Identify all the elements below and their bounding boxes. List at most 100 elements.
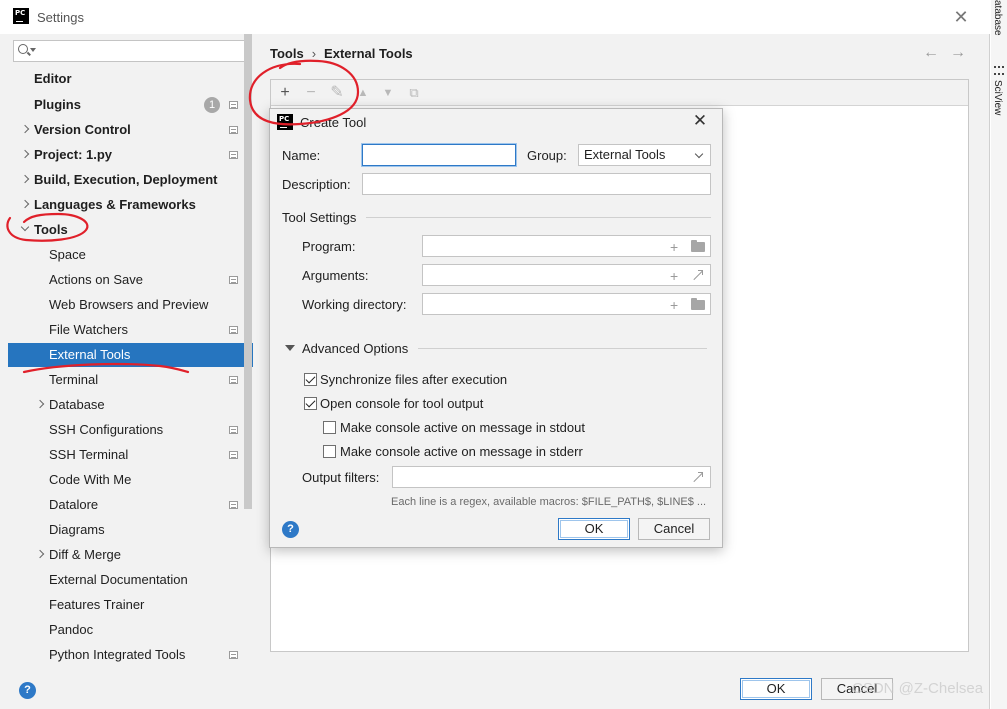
tree-item-features-trainer[interactable]: Features Trainer bbox=[8, 593, 253, 617]
working-directory-label: Working directory: bbox=[302, 297, 407, 312]
sciview-tool-tab[interactable]: SciView bbox=[992, 80, 1003, 115]
tree-item-ssh-configurations[interactable]: SSH Configurations bbox=[8, 418, 253, 442]
expand-arrow-icon[interactable] bbox=[35, 549, 45, 559]
breadcrumb-separator: › bbox=[311, 46, 317, 61]
dialog-help-icon[interactable]: ? bbox=[282, 521, 299, 538]
browse-folder-icon[interactable] bbox=[691, 298, 705, 310]
tree-item-label: Build, Execution, Deployment bbox=[34, 172, 218, 187]
tree-item-editor[interactable]: Editor bbox=[8, 67, 253, 91]
tree-item-external-tools[interactable]: External Tools bbox=[8, 343, 253, 367]
tree-item-ssh-terminal[interactable]: SSH Terminal bbox=[8, 443, 253, 467]
tree-item-database[interactable]: Database bbox=[8, 393, 253, 417]
tree-item-project[interactable]: Project: 1.py bbox=[8, 143, 253, 167]
tree-item-label: Database bbox=[49, 397, 105, 412]
insert-macro-icon[interactable]: + bbox=[670, 240, 678, 254]
sidebar-scrollbar[interactable] bbox=[244, 34, 252, 509]
expand-arrow-icon[interactable] bbox=[20, 174, 30, 184]
program-input[interactable] bbox=[423, 236, 663, 256]
breadcrumb-tools[interactable]: Tools bbox=[270, 46, 304, 61]
dialog-ok-button[interactable]: OK bbox=[558, 518, 630, 540]
name-field[interactable] bbox=[362, 144, 516, 166]
expand-arrow-icon[interactable] bbox=[35, 399, 45, 409]
tree-item-build[interactable]: Build, Execution, Deployment bbox=[8, 168, 253, 192]
sync-files-label[interactable]: Synchronize files after execution bbox=[320, 372, 507, 387]
edit-tool-button[interactable]: ✎ bbox=[327, 83, 347, 103]
tree-item-web-browsers[interactable]: Web Browsers and Preview bbox=[8, 293, 253, 317]
tree-item-actions-on-save[interactable]: Actions on Save bbox=[8, 268, 253, 292]
settings-search[interactable] bbox=[13, 40, 247, 62]
forward-arrow-icon[interactable]: → bbox=[950, 44, 966, 62]
tree-item-space[interactable]: Space bbox=[8, 243, 253, 267]
arguments-field[interactable]: + bbox=[422, 264, 711, 286]
dialog-cancel-button[interactable]: Cancel bbox=[638, 518, 710, 540]
name-input[interactable] bbox=[363, 145, 515, 165]
stderr-active-checkbox[interactable] bbox=[323, 445, 336, 458]
settings-ok-button[interactable]: OK bbox=[740, 678, 812, 700]
expand-field-icon[interactable] bbox=[692, 270, 703, 281]
expand-field-icon[interactable] bbox=[692, 472, 703, 483]
stdout-active-checkbox[interactable] bbox=[323, 421, 336, 434]
sync-files-checkbox[interactable] bbox=[304, 373, 317, 386]
tree-item-label: Tools bbox=[34, 222, 68, 237]
move-down-button[interactable]: ▼ bbox=[378, 83, 398, 103]
insert-macro-icon[interactable]: + bbox=[670, 298, 678, 312]
tree-item-external-documentation[interactable]: External Documentation bbox=[8, 568, 253, 592]
browse-folder-icon[interactable] bbox=[691, 240, 705, 252]
back-arrow-icon[interactable]: ← bbox=[923, 44, 939, 62]
project-level-icon bbox=[229, 126, 238, 134]
expand-arrow-icon[interactable] bbox=[20, 124, 30, 134]
tree-item-plugins[interactable]: Plugins 1 bbox=[8, 93, 253, 117]
open-console-label[interactable]: Open console for tool output bbox=[320, 396, 483, 411]
collapse-arrow-icon[interactable] bbox=[20, 222, 30, 232]
description-input[interactable] bbox=[363, 174, 710, 194]
copy-tool-button[interactable]: ⧉ bbox=[404, 83, 424, 103]
dialog-close-button[interactable]: ✕ bbox=[690, 111, 710, 131]
tree-item-label: Diagrams bbox=[49, 522, 105, 537]
working-directory-field[interactable]: + bbox=[422, 293, 711, 315]
search-options-caret-icon[interactable] bbox=[30, 48, 36, 52]
tree-item-label: Web Browsers and Preview bbox=[49, 297, 209, 312]
database-tool-tab[interactable]: atabase bbox=[992, 0, 1003, 36]
advanced-options-heading[interactable]: Advanced Options bbox=[302, 341, 408, 356]
tree-item-label: Diff & Merge bbox=[49, 547, 122, 562]
tree-item-label: Code With Me bbox=[49, 472, 132, 487]
insert-macro-icon[interactable]: + bbox=[670, 269, 678, 283]
program-label: Program: bbox=[302, 239, 356, 254]
tree-item-file-watchers[interactable]: File Watchers bbox=[8, 318, 253, 342]
output-filters-field[interactable] bbox=[392, 466, 711, 488]
stdout-active-label[interactable]: Make console active on message in stdout bbox=[340, 420, 585, 435]
tools-toolbar: + − ✎ ▲ ▼ ⧉ bbox=[271, 80, 968, 106]
advanced-collapse-arrow-icon[interactable] bbox=[285, 345, 295, 351]
search-input[interactable] bbox=[38, 43, 243, 59]
arguments-input[interactable] bbox=[423, 265, 663, 285]
tree-item-label: External Tools bbox=[49, 347, 131, 362]
tree-item-version-control[interactable]: Version Control bbox=[8, 118, 253, 142]
tree-item-code-with-me[interactable]: Code With Me bbox=[8, 468, 253, 492]
expand-arrow-icon[interactable] bbox=[20, 149, 30, 159]
tree-item-label: Project: 1.py bbox=[34, 147, 113, 162]
program-field[interactable]: + bbox=[422, 235, 711, 257]
move-up-button[interactable]: ▲ bbox=[353, 83, 373, 103]
tree-item-terminal[interactable]: Terminal bbox=[8, 368, 253, 392]
tree-item-datalore[interactable]: Datalore bbox=[8, 493, 253, 517]
search-icon bbox=[18, 44, 28, 54]
tree-item-tools[interactable]: Tools bbox=[8, 218, 253, 242]
description-label: Description: bbox=[282, 177, 351, 192]
expand-arrow-icon[interactable] bbox=[20, 199, 30, 209]
close-window-button[interactable]: ✕ bbox=[950, 6, 972, 28]
open-console-checkbox[interactable] bbox=[304, 397, 317, 410]
group-select[interactable]: External Tools bbox=[578, 144, 711, 166]
working-directory-input[interactable] bbox=[423, 294, 663, 314]
help-icon[interactable]: ? bbox=[19, 682, 36, 699]
window-title: Settings bbox=[37, 10, 84, 25]
description-field[interactable] bbox=[362, 173, 711, 195]
tree-item-python-integrated-tools[interactable]: Python Integrated Tools bbox=[8, 643, 253, 667]
add-tool-button[interactable]: + bbox=[275, 83, 295, 103]
output-filters-input[interactable] bbox=[393, 467, 683, 487]
stderr-active-label[interactable]: Make console active on message in stderr bbox=[340, 444, 583, 459]
tree-item-pandoc[interactable]: Pandoc bbox=[8, 618, 253, 642]
remove-tool-button[interactable]: − bbox=[301, 83, 321, 103]
tree-item-diagrams[interactable]: Diagrams bbox=[8, 518, 253, 542]
tree-item-diff-merge[interactable]: Diff & Merge bbox=[8, 543, 253, 567]
tree-item-languages[interactable]: Languages & Frameworks bbox=[8, 193, 253, 217]
